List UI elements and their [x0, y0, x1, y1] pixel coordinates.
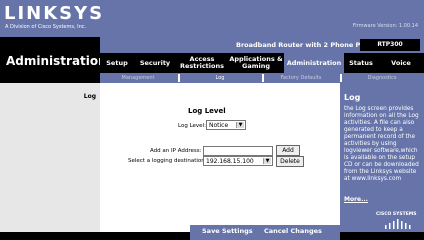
add-button[interactable]: Add: [276, 145, 300, 156]
log-level-select[interactable]: Notice ▼: [206, 120, 246, 130]
logging-destination-value: 192.168.15.100: [206, 158, 254, 165]
subtab-divider: [340, 74, 342, 82]
tab-status[interactable]: Status: [344, 53, 378, 73]
tab-applications-gaming[interactable]: Applications & Gaming: [228, 53, 284, 73]
subtab-divider: [262, 74, 264, 82]
cisco-bars-icon: [385, 219, 411, 229]
subtab-diagnostics[interactable]: Diagnostics: [344, 74, 420, 82]
subtab-log[interactable]: Log: [182, 74, 258, 82]
chevron-down-icon: ▼: [263, 158, 271, 164]
logging-destination-label: Select a logging destination:: [128, 158, 207, 164]
subtab-divider: [178, 74, 180, 82]
tab-setup[interactable]: Setup: [100, 53, 134, 73]
help-text: the Log screen provides information on a…: [344, 106, 419, 182]
firmware-version: Firmware Version: 1.00.14: [352, 23, 418, 29]
section-label: Log: [83, 93, 96, 100]
subtab-factory-defaults[interactable]: Factory Defaults: [266, 74, 336, 82]
help-title: Log: [344, 93, 361, 102]
cisco-logo: CISCO SYSTEMS: [376, 212, 417, 217]
linksys-logo: LINKSYS: [4, 3, 105, 24]
subtab-management[interactable]: Management: [104, 74, 172, 82]
log-level-label: Log Level:: [178, 123, 206, 129]
tab-security[interactable]: Security: [134, 53, 176, 73]
ip-address-input[interactable]: [203, 146, 273, 156]
log-level-value: Notice: [209, 122, 229, 129]
model-badge: RTP300: [360, 39, 420, 51]
log-level-heading: Log Level: [188, 107, 226, 115]
delete-button[interactable]: Delete: [276, 156, 304, 167]
save-settings-button[interactable]: Save Settings: [202, 227, 253, 236]
cancel-changes-button[interactable]: Cancel Changes: [264, 227, 322, 236]
logging-destination-select[interactable]: 192.168.15.100 ▼: [203, 156, 273, 166]
product-name: Broadband Router with 2 Phone Ports: [236, 41, 375, 49]
add-ip-label: Add an IP Address:: [150, 148, 202, 154]
help-more-link[interactable]: More...: [344, 196, 368, 204]
logo-tagline: A Division of Cisco Systems, Inc.: [5, 24, 87, 30]
chevron-down-icon: ▼: [236, 122, 244, 128]
tab-administration[interactable]: Administration: [284, 53, 344, 73]
left-column: [0, 83, 100, 232]
tab-voice[interactable]: Voice: [378, 53, 424, 73]
page-title: Administration: [6, 54, 107, 68]
tab-access-restrictions[interactable]: Access Restrictions: [176, 53, 228, 73]
